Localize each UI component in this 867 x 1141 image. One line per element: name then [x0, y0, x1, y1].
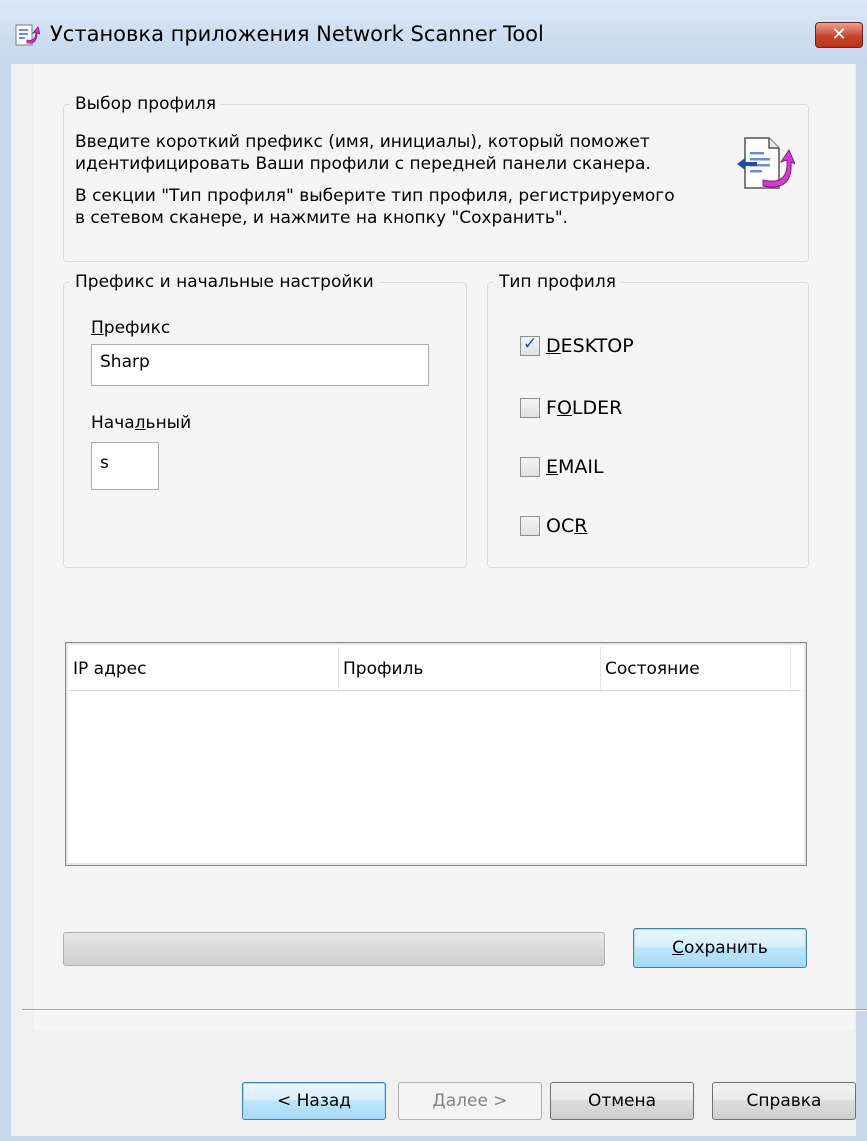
back-button[interactable]: < Назад — [242, 1082, 386, 1120]
dialog-client: Выбор профиля Введите короткий префикс (… — [11, 64, 856, 1136]
initial-label-pre: Нача — [91, 413, 135, 433]
description-line-4: в сетевом сканере, и нажмите на кнопку "… — [75, 208, 569, 228]
checkbox-box-folder[interactable] — [520, 398, 540, 418]
title-bar[interactable]: Установка приложения Network Scanner Too… — [0, 0, 867, 64]
checkbox-label-ocr: OCR — [546, 515, 588, 537]
checkbox-label-folder: FOLDER — [546, 397, 623, 419]
description-line-2: идентифицировать Ваши профили с передней… — [75, 154, 651, 174]
initial-input[interactable]: s — [91, 442, 159, 490]
installer-icon — [15, 24, 40, 46]
initial-label-accel: л — [134, 413, 146, 433]
prefix-label-accel: П — [91, 318, 104, 338]
profile-selection-group: Выбор профиля — [63, 94, 809, 262]
prefix-label-rest: рефикс — [103, 318, 171, 338]
prefix-input[interactable]: Sharp — [91, 344, 429, 386]
save-button[interactable]: Сохранить — [633, 928, 807, 968]
cancel-button[interactable]: Отмена — [550, 1082, 694, 1120]
column-header-ip[interactable]: IP адрес — [69, 647, 339, 691]
profile-selection-legend: Выбор профиля — [75, 94, 217, 114]
help-button[interactable]: Справка — [712, 1082, 856, 1120]
checkbox-box-email[interactable] — [520, 457, 540, 477]
prefix-label: Префикс — [91, 317, 170, 339]
progress-bar — [63, 932, 605, 966]
checkbox-label-email: EMAIL — [546, 456, 604, 478]
description-line-3: В секции "Тип профиля" выберите тип проф… — [75, 186, 675, 206]
next-button[interactable]: Далее > — [398, 1082, 542, 1120]
checkbox-label-desktop: DESKTOP — [546, 335, 634, 357]
initial-label: Начальный — [91, 412, 191, 434]
checkbox-box-desktop[interactable] — [520, 334, 540, 356]
close-button[interactable]: ✕ — [815, 22, 863, 48]
window-title: Установка приложения Network Scanner Too… — [50, 22, 544, 46]
footer-separator — [22, 1009, 867, 1011]
profiles-list[interactable]: IP адрес Профиль Состояние — [65, 642, 807, 866]
wizard-panel: Выбор профиля Введите короткий префикс (… — [33, 64, 855, 1030]
checkbox-box-ocr[interactable] — [520, 516, 540, 536]
list-header: IP адрес Профиль Состояние — [69, 647, 801, 691]
column-header-profile[interactable]: Профиль — [339, 647, 601, 691]
profile-type-legend: Тип профиля — [499, 272, 616, 292]
description-line-1: Введите короткий префикс (имя, инициалы)… — [75, 132, 650, 152]
document-arrow-icon — [737, 137, 795, 189]
initial-label-post: ьный — [145, 413, 192, 433]
prefix-settings-legend: Префикс и начальные настройки — [75, 272, 374, 292]
close-icon: ✕ — [831, 24, 847, 45]
column-header-status[interactable]: Состояние — [601, 647, 791, 691]
